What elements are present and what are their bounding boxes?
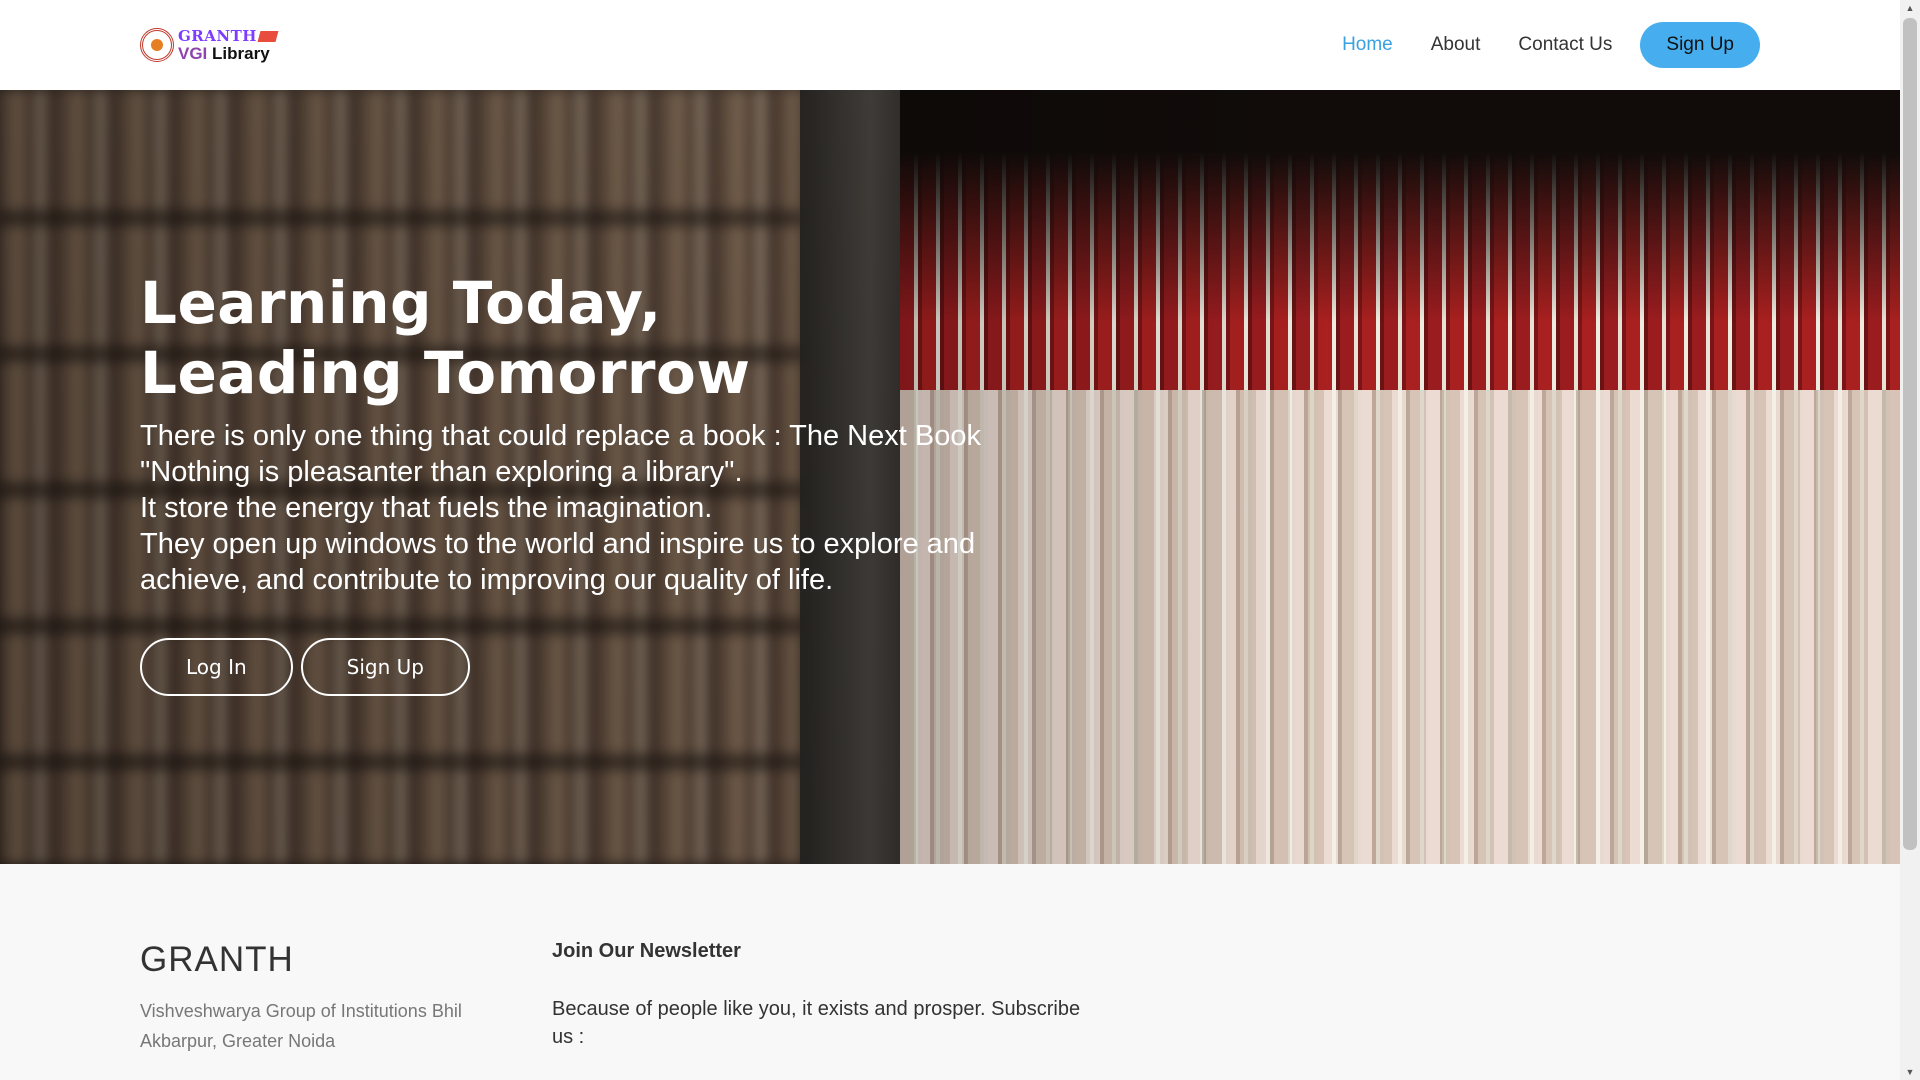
hero-quote-4: They open up windows to the world and in… — [140, 528, 976, 596]
nav-about[interactable]: About — [1431, 34, 1481, 56]
logo-line1: GRANTH — [178, 26, 279, 45]
hero-quote-3: It store the energy that fuels the imagi… — [140, 492, 713, 524]
hero-title-line2: Leading Tomorrow — [140, 339, 751, 407]
main-nav: Home About Contact Us Sign Up — [1342, 22, 1760, 68]
logo-line2: VGI Library — [178, 45, 277, 62]
site-footer: GRANTH Vishveshwarya Group of Institutio… — [0, 864, 1900, 1080]
logo-granth-text: GRANTH — [178, 26, 257, 45]
hero-title-line1: Learning Today, — [140, 269, 662, 337]
nav-home[interactable]: Home — [1342, 34, 1393, 56]
logo-vgi-text: VGI — [178, 43, 208, 63]
header-sign-up-button[interactable]: Sign Up — [1640, 22, 1760, 68]
site-header: GRANTH VGI Library Home About Contact Us… — [0, 0, 1900, 90]
scrollbar-thumb[interactable] — [1903, 18, 1917, 850]
footer-address: Vishveshwarya Group of Institutions Bhil… — [140, 1001, 462, 1051]
chevron-down-icon[interactable]: ▼ — [1900, 1064, 1920, 1080]
hero-quote-2: "Nothing is pleasanter than exploring a … — [140, 456, 743, 488]
hero-sign-up-button[interactable]: Sign Up — [300, 638, 470, 696]
chevron-up-icon[interactable]: ▲ — [1900, 0, 1920, 16]
newsletter-text: Because of people like you, it exists an… — [552, 998, 1081, 1048]
hero-buttons: Log In Sign Up — [140, 638, 1080, 696]
footer-newsletter: Join Our Newsletter Because of people li… — [552, 940, 1092, 1051]
hero-section: Learning Today, Leading Tomorrow There i… — [0, 90, 1900, 864]
logo-text: GRANTH VGI Library — [178, 26, 279, 62]
page-scrollbar[interactable]: ▲ ▼ — [1900, 0, 1920, 1080]
logo-flag-icon — [257, 31, 279, 42]
logo-seal-icon — [140, 28, 174, 62]
site-logo[interactable]: GRANTH VGI Library — [140, 26, 279, 62]
hero-quote-1: There is only one thing that could repla… — [140, 420, 981, 452]
footer-brand: GRANTH — [140, 940, 294, 979]
hero-text: There is only one thing that could repla… — [140, 418, 1080, 598]
newsletter-title: Join Our Newsletter — [552, 940, 741, 962]
log-in-button[interactable]: Log In — [140, 638, 293, 696]
logo-library-text: Library — [212, 43, 270, 63]
hero-title: Learning Today, Leading Tomorrow — [140, 268, 1080, 408]
nav-contact-us[interactable]: Contact Us — [1518, 34, 1612, 56]
footer-about: GRANTH Vishveshwarya Group of Institutio… — [140, 940, 480, 1056]
hero-content: Learning Today, Leading Tomorrow There i… — [140, 268, 1080, 696]
